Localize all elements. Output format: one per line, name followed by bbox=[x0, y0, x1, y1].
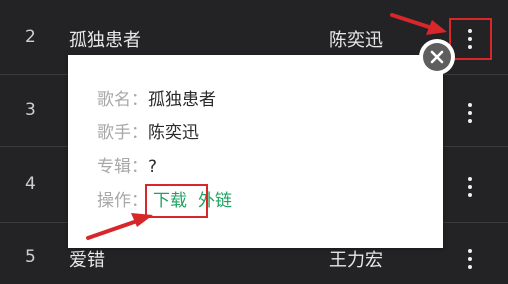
close-x-glyph bbox=[430, 50, 444, 64]
close-icon bbox=[423, 43, 451, 71]
popup-close-button[interactable] bbox=[419, 39, 455, 75]
song-list-screen: 2 孤独患者 陈奕迅 3 4 5 爱错 王力宏 歌名：孤独患者 歌手：陈奕迅 专… bbox=[0, 0, 508, 284]
